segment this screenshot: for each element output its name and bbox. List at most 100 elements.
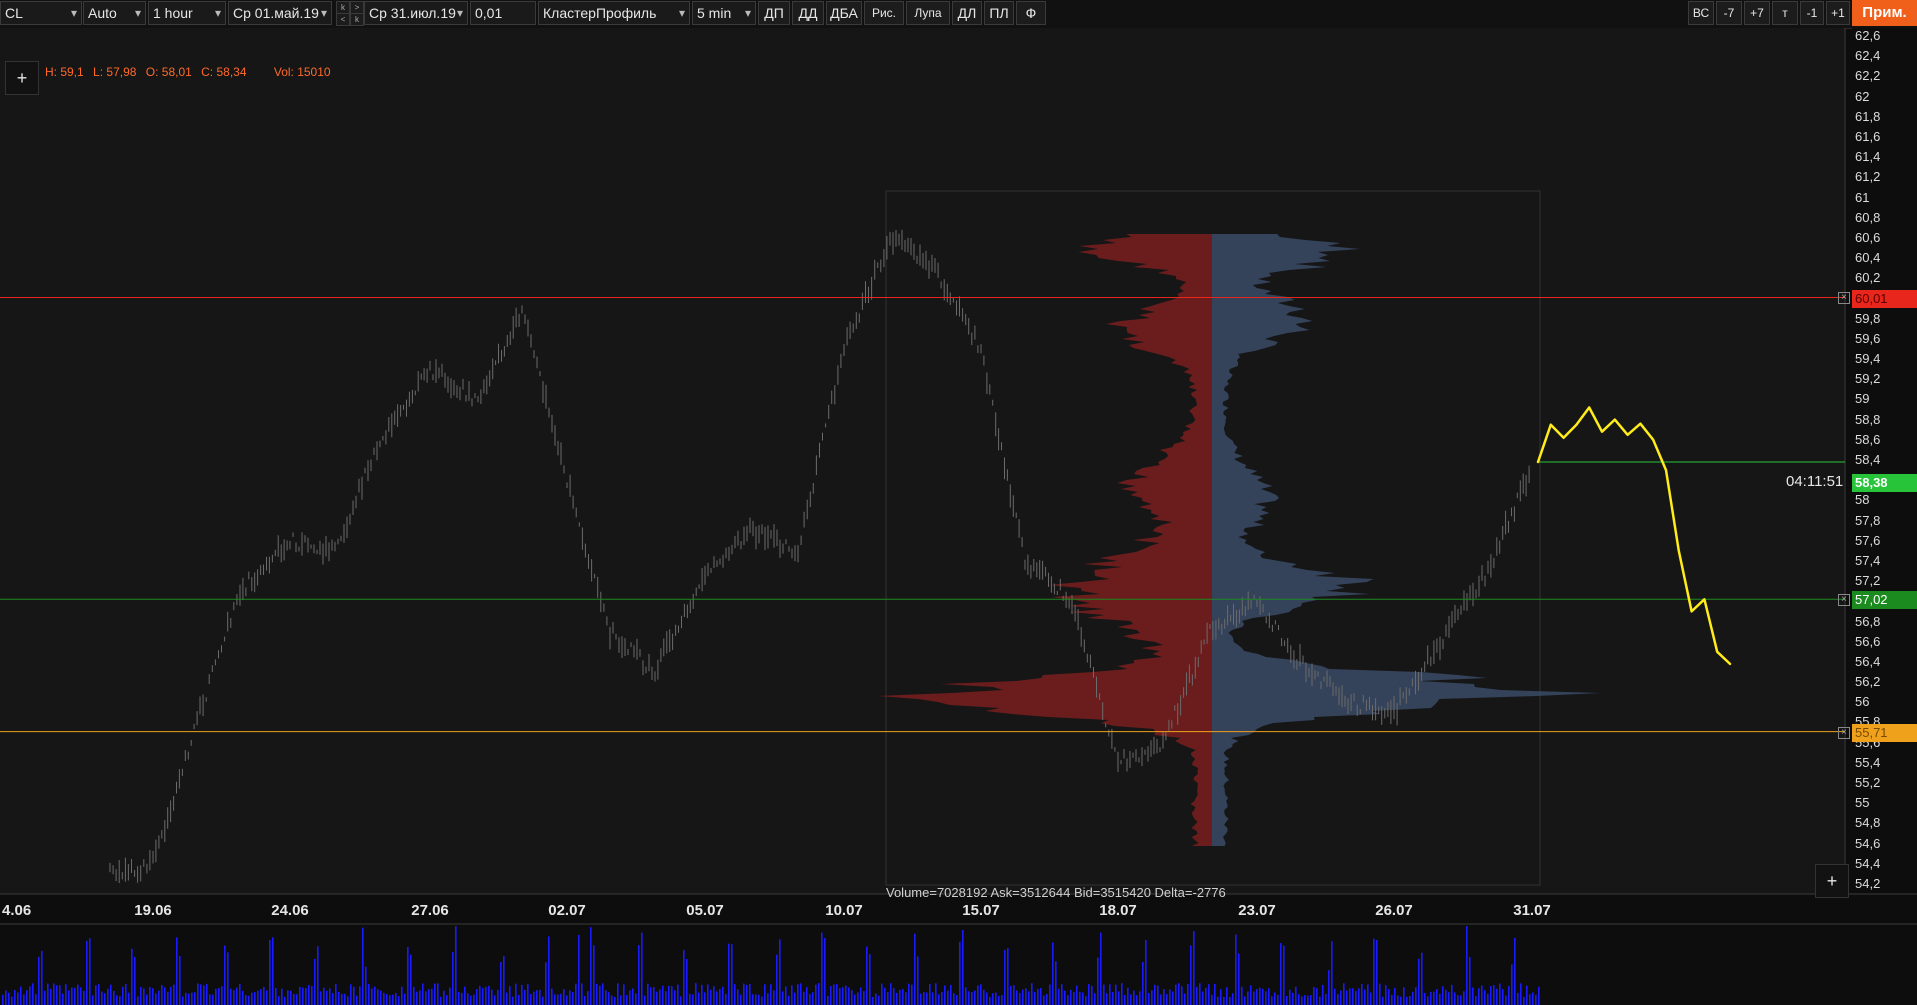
volume-bar [989,996,991,1005]
volume-bar [1424,992,1426,1005]
volume-bar [1049,984,1051,1005]
magnifier-button[interactable]: Лупа [906,1,950,25]
dba-button[interactable]: ДБА [826,1,862,25]
volume-bar [1097,957,1099,1005]
draw-button[interactable]: Рис. [864,1,904,25]
shift-down-button[interactable]: < [336,13,350,26]
profile-type-select[interactable]: КластерПрофиль [538,1,690,25]
step-input[interactable]: 0,01 [470,1,536,25]
shift-right-bottom-button[interactable]: k [350,13,364,26]
volume-bar [1025,988,1027,1005]
volume-bar [1415,987,1417,1005]
price-chart[interactable] [0,28,1917,1005]
volume-bar [779,939,781,1005]
date-from-picker[interactable]: Ср 01.май.19 [228,1,332,25]
volume-bar [1400,996,1402,1005]
volume-bar [365,966,367,1005]
volume-bar [71,987,73,1005]
volume-bar [149,987,151,1005]
volume-bar [113,991,115,1005]
price-tag-low: 55,71 [1852,724,1917,742]
volume-bar [1262,988,1264,1005]
volume-bar [971,992,973,1005]
remove-level-support-icon[interactable]: × [1838,594,1850,606]
minus-1-button[interactable]: -1 [1800,1,1824,25]
volume-bar [1406,996,1408,1005]
volume-bar [59,985,61,1005]
volume-bar [722,986,724,1005]
volume-bar [827,995,829,1005]
volume-bar [593,945,595,1005]
add-panel-button[interactable]: + [1815,864,1849,898]
volume-bar [569,990,571,1005]
volume-bar [893,988,895,1005]
volume-bar [1325,994,1327,1005]
time-axis-tick: 19.06 [134,902,172,919]
volume-bar [914,933,916,1005]
volume-bar [434,983,436,1005]
plus-7-button[interactable]: +7 [1744,1,1770,25]
volume-bar [725,993,727,1005]
volume-bar [1454,992,1456,1005]
scale-mode-select[interactable]: Auto [83,1,146,25]
vs-button[interactable]: ВС [1688,1,1714,25]
chart-area[interactable]: + H: 59,1 L: 57,98 O: 58,01 C: 58,34 Vol… [0,28,1917,1005]
volume-bar [680,996,682,1005]
volume-bar [1190,945,1192,1005]
volume-bar [1274,992,1276,1005]
volume-bar [38,956,40,1005]
price-axis-tick: 54,4 [1855,855,1881,871]
volume-bar [356,995,358,1005]
volume-bar [215,988,217,1005]
remove-level-resistance-icon[interactable]: × [1838,292,1850,304]
filter-button[interactable]: Ф [1016,1,1046,25]
volume-bar [464,986,466,1005]
volume-bar [1307,995,1309,1005]
plus-1-button[interactable]: +1 [1826,1,1850,25]
dd-button[interactable]: ДД [792,1,824,25]
time-axis-tick: 26.07 [1375,902,1413,919]
volume-bar [551,988,553,1005]
volume-bar [1496,988,1498,1005]
volume-bar [203,985,205,1005]
volume-bar [461,992,463,1005]
volume-bar [917,956,919,1005]
volume-bar [956,995,958,1005]
volume-bar [1286,996,1288,1005]
volume-bar [482,988,484,1005]
volume-bar [371,988,373,1005]
volume-bar [1001,995,1003,1005]
volume-bar [1076,985,1078,1005]
remove-level-low-icon[interactable]: × [1838,727,1850,739]
pl-button[interactable]: ПЛ [984,1,1014,25]
dl-button[interactable]: ДЛ [952,1,982,25]
volume-bar [101,991,103,1005]
volume-bar [248,995,250,1005]
volume-bar [1418,958,1420,1005]
timeframe-select[interactable]: 1 hour [148,1,226,25]
volume-bar [734,984,736,1005]
minus-7-button[interactable]: -7 [1716,1,1742,25]
t-button[interactable]: т [1772,1,1798,25]
volume-bar [869,954,871,1005]
volume-bar [83,990,85,1005]
dp-button[interactable]: ДП [758,1,790,25]
notes-button[interactable]: Прим. [1852,0,1917,26]
profile-period-select[interactable]: 5 min [692,1,756,25]
date-to-picker[interactable]: Ср 31.июл.19 [364,1,468,25]
volume-bar [239,983,241,1005]
volume-bar [980,984,982,1005]
volume-bar [752,994,754,1005]
volume-bar [422,983,424,1005]
volume-bar [626,995,628,1005]
symbol-select[interactable]: CL [0,1,82,25]
main-panel-background [0,28,1845,894]
volume-bar [272,937,274,1005]
volume-bar [233,990,235,1005]
volume-bar [1253,991,1255,1005]
volume-bar [1508,986,1510,1005]
volume-bar [131,948,133,1005]
add-indicator-button[interactable]: + [5,61,39,95]
volume-bar [1430,991,1432,1005]
volume-bar [623,984,625,1005]
